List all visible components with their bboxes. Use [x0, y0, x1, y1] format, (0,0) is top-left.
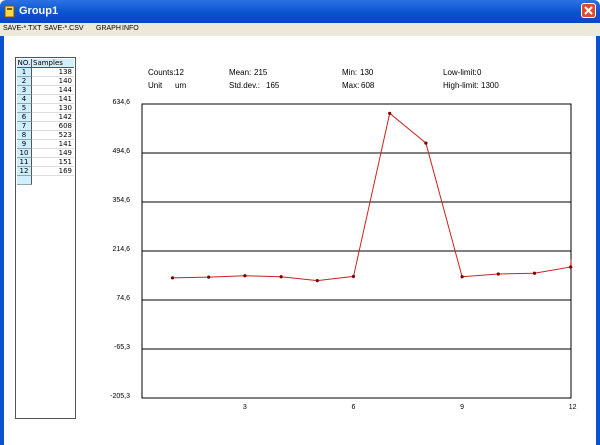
data-point	[315, 279, 319, 283]
data-point	[207, 275, 211, 279]
data-point	[532, 271, 537, 275]
unit-value: um	[175, 81, 187, 90]
y-tick-label: 354,6	[112, 197, 130, 204]
table-row-value[interactable]: 149	[32, 149, 74, 158]
max-label: Max:	[342, 81, 360, 90]
table-row-value[interactable]: 141	[32, 140, 74, 149]
close-icon	[584, 6, 593, 15]
x-tick-label: 3	[242, 404, 247, 411]
table-row-no[interactable]: 6	[17, 113, 32, 122]
data-point	[170, 276, 175, 280]
series-line	[172, 112, 572, 282]
y-tick-label: -65,3	[114, 344, 130, 351]
table-row-empty[interactable]	[17, 176, 32, 185]
table-row-value[interactable]: 151	[32, 158, 74, 167]
table-row-no[interactable]: 9	[17, 140, 32, 149]
stddev-value: 165	[266, 81, 280, 90]
column-header-samples[interactable]: Samples	[32, 59, 74, 68]
min-value: 130	[360, 68, 374, 77]
menu-info[interactable]: INFO	[122, 25, 139, 32]
y-tick-label: 494,6	[112, 148, 130, 155]
data-point	[460, 275, 464, 279]
window-frame-right	[596, 36, 600, 445]
menu-save-csv[interactable]: SAVE-*.CSV	[44, 25, 84, 32]
close-button[interactable]	[581, 3, 596, 18]
samples-table[interactable]: NO. Samples 1 138 2 140 3 144 4 141 5 130 6 142 7 608…	[15, 57, 76, 419]
y-tick-label: 634,6	[112, 99, 130, 106]
table-row-value[interactable]: 138	[32, 68, 74, 77]
max-value: 608	[361, 81, 375, 90]
table-row-no[interactable]: 3	[17, 86, 32, 95]
table-row-no[interactable]: 7	[17, 122, 32, 131]
table-row-no[interactable]: 12	[17, 167, 32, 176]
table-row-no[interactable]: 2	[17, 77, 32, 86]
low-limit-value: 0	[477, 68, 482, 77]
table-row-value[interactable]: 130	[32, 104, 74, 113]
high-limit-value: 1300	[481, 81, 499, 90]
high-limit-label: High-limit:	[443, 81, 479, 90]
min-label: Min:	[342, 68, 358, 77]
table-row-no[interactable]: 11	[17, 158, 32, 167]
data-point	[351, 274, 356, 279]
low-limit-label: Low-limit:	[443, 68, 477, 77]
mean-label: Mean:	[229, 68, 252, 77]
window-title: Group1	[19, 5, 59, 17]
menu-graph[interactable]: GRAPH	[96, 25, 121, 32]
column-header-no[interactable]: NO.	[17, 59, 32, 68]
x-tick-label: 9	[460, 404, 464, 411]
table-row-value[interactable]: 140	[32, 77, 74, 86]
counts-value: 12	[175, 68, 184, 77]
table-row-no[interactable]: 8	[17, 131, 32, 140]
y-tick-label: 74,6	[116, 295, 130, 302]
data-point	[424, 141, 428, 145]
counts-label: Counts:	[148, 68, 176, 77]
mean-value: 215	[254, 68, 268, 77]
menu-bar: SAVE-*.TXT SAVE-*.CSV GRAPH INFO	[0, 23, 600, 36]
table-row-value[interactable]: 142	[32, 113, 74, 122]
data-point	[569, 265, 573, 269]
data-point	[388, 111, 392, 115]
data-point	[279, 275, 283, 279]
table-row-value[interactable]: 523	[32, 131, 74, 140]
table-row-value[interactable]: 141	[32, 95, 74, 104]
unit-label: Unit	[148, 81, 163, 90]
app-icon	[4, 5, 15, 18]
table-row-no[interactable]: 1	[17, 68, 32, 77]
y-tick-label: -205,3	[110, 393, 130, 400]
chart-plot-area	[141, 103, 573, 399]
table-row-value[interactable]: 144	[32, 86, 74, 95]
y-tick-label: 214,6	[112, 246, 130, 253]
stddev-label: Std.dev.:	[229, 81, 260, 90]
plot-frame	[141, 103, 572, 399]
menu-save-txt[interactable]: SAVE-*.TXT	[3, 25, 41, 32]
data-point	[496, 272, 500, 276]
x-tick-label: 12	[568, 404, 577, 411]
table-row-value[interactable]: 608	[32, 122, 74, 131]
table-row-no[interactable]: 5	[17, 104, 32, 113]
data-point	[243, 274, 247, 278]
table-row-value[interactable]: 169	[32, 167, 74, 176]
x-tick-label: 6	[351, 404, 356, 411]
table-row-no[interactable]: 4	[17, 95, 32, 104]
title-bar: Group1	[0, 0, 600, 23]
table-row-no[interactable]: 10	[17, 149, 32, 158]
window-frame-left	[0, 36, 4, 445]
